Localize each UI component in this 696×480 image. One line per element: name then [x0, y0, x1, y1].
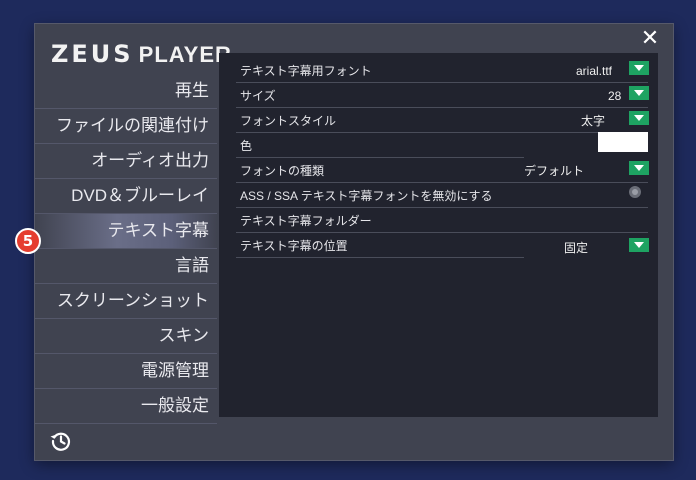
font-dropdown-button[interactable]	[629, 61, 649, 75]
setting-row-font: テキスト字幕用フォント arial.ttf	[236, 59, 649, 83]
sidebar-item-power-management[interactable]: 電源管理	[35, 354, 217, 389]
disable-ass-toggle[interactable]	[629, 186, 641, 198]
setting-row-color: 色	[236, 132, 648, 158]
font-style-value: 太字	[581, 114, 606, 128]
font-label: テキスト字幕用フォント	[240, 64, 372, 78]
setting-row-font-style: フォントスタイル 太字	[236, 109, 649, 133]
color-swatch[interactable]	[598, 132, 648, 152]
sidebar-item-text-subtitles[interactable]: テキスト字幕	[35, 214, 217, 249]
logo-brand: ZEUS	[51, 40, 134, 68]
sidebar: 再生 ファイルの関連付け オーディオ出力 DVD＆ブルーレイ テキスト字幕 言語…	[35, 74, 217, 424]
subtitle-folder-label: テキスト字幕フォルダー	[240, 214, 372, 228]
sidebar-item-playback[interactable]: 再生	[35, 74, 217, 109]
subtitle-position-value: 固定	[564, 241, 589, 255]
size-value: 28	[608, 89, 622, 103]
font-type-value: デフォルト	[524, 164, 585, 178]
color-label: 色	[240, 139, 253, 153]
sidebar-item-general-settings[interactable]: 一般設定	[35, 389, 217, 424]
logo-product: PLAYER	[138, 42, 232, 67]
font-style-dropdown-button[interactable]	[629, 111, 649, 125]
size-label: サイズ	[240, 89, 276, 103]
setting-row-disable-ass: ASS / SSA テキスト字幕フォントを無効にする	[236, 184, 648, 208]
setting-row-subtitle-position: テキスト字幕の位置 固定	[236, 234, 649, 258]
sidebar-item-skin[interactable]: スキン	[35, 319, 217, 354]
setting-row-font-type: フォントの種類 デフォルト	[236, 159, 649, 183]
sidebar-item-audio-output[interactable]: オーディオ出力	[35, 144, 217, 179]
font-type-dropdown-button[interactable]	[629, 161, 649, 175]
setting-row-subtitle-folder[interactable]: テキスト字幕フォルダー	[236, 209, 648, 233]
sidebar-item-file-association[interactable]: ファイルの関連付け	[35, 109, 217, 144]
font-type-label: フォントの種類	[240, 164, 325, 178]
size-dropdown-button[interactable]	[629, 86, 649, 100]
setting-row-size: サイズ 28	[236, 84, 649, 108]
sidebar-item-screenshot[interactable]: スクリーンショット	[35, 284, 217, 319]
font-value: arial.ttf	[576, 64, 613, 78]
sidebar-item-dvd-bluray[interactable]: DVD＆ブルーレイ	[35, 179, 217, 214]
settings-dialog: ✕ ZEUS PLAYER 再生 ファイルの関連付け オーディオ出力 DVD＆ブ…	[35, 24, 673, 460]
subtitle-position-dropdown-button[interactable]	[629, 238, 649, 252]
history-icon[interactable]	[49, 429, 73, 453]
disable-ass-label: ASS / SSA テキスト字幕フォントを無効にする	[240, 189, 493, 203]
app-logo: ZEUS PLAYER	[51, 40, 231, 68]
sidebar-item-language[interactable]: 言語	[35, 249, 217, 284]
step-number-badge: 5	[15, 228, 41, 254]
font-style-label: フォントスタイル	[240, 114, 337, 128]
close-icon[interactable]: ✕	[639, 28, 661, 50]
subtitle-position-label: テキスト字幕の位置	[240, 239, 348, 253]
settings-panel: テキスト字幕用フォント arial.ttf サイズ 28 フォントスタイル 太字…	[219, 53, 658, 417]
